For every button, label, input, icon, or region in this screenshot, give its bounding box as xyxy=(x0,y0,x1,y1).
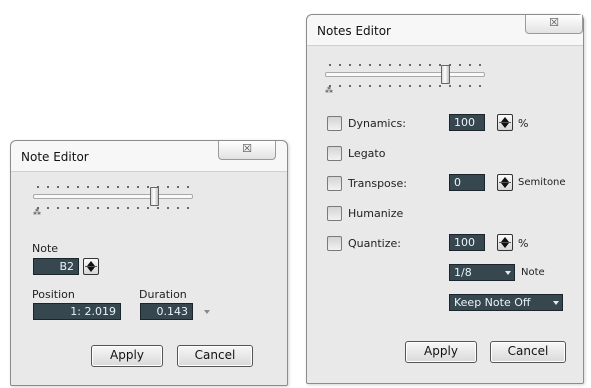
quantize-grid-unit: Note xyxy=(521,267,545,278)
position-field[interactable]: 1: 2.019 xyxy=(33,303,121,320)
slider-min-mark: ⁂ xyxy=(33,208,41,217)
transpose-spinner[interactable] xyxy=(497,174,513,191)
notes-editor-titlebar: Notes Editor ☒ xyxy=(307,15,583,46)
note-label: Note xyxy=(32,242,59,255)
dynamics-label: Dynamics: xyxy=(348,117,406,130)
humanize-label: Humanize xyxy=(348,207,404,220)
apply-button[interactable]: Apply xyxy=(91,345,163,367)
duration-field[interactable]: 0.143 xyxy=(140,303,193,320)
quantize-grid-value: 1/8 xyxy=(454,266,472,279)
transpose-checkbox[interactable] xyxy=(327,176,342,191)
note-editor-titlebar: Note Editor ☒ xyxy=(11,141,287,172)
quantize-label: Quantize: xyxy=(348,237,401,250)
notes-editor-title: Notes Editor xyxy=(317,24,391,38)
slider-thumb[interactable] xyxy=(441,65,450,84)
close-icon[interactable]: ☒ xyxy=(218,141,276,160)
transpose-unit: Semitone xyxy=(518,177,566,188)
notes-editor-dialog: Notes Editor ☒ ⁂ Dynamics: 100 % Legato … xyxy=(306,14,584,384)
quantize-unit: % xyxy=(518,237,529,250)
dropdown-arrow-icon[interactable] xyxy=(553,301,559,305)
dynamics-checkbox[interactable] xyxy=(327,116,342,131)
legato-checkbox[interactable] xyxy=(327,146,342,161)
dynamics-field[interactable]: 100 xyxy=(449,114,485,131)
spin-down-icon[interactable] xyxy=(501,243,509,248)
duration-label: Duration xyxy=(139,288,187,301)
quantize-checkbox[interactable] xyxy=(327,236,342,251)
transpose-field[interactable]: 0 xyxy=(449,174,485,191)
cancel-button[interactable]: Cancel xyxy=(177,345,253,367)
transpose-label: Transpose: xyxy=(348,177,407,190)
dropdown-arrow-icon[interactable] xyxy=(505,271,511,275)
dynamics-unit: % xyxy=(518,117,529,130)
duration-dropdown-arrow-icon[interactable] xyxy=(204,310,210,314)
note-spinner[interactable] xyxy=(83,258,99,275)
note-off-select[interactable]: Keep Note Off xyxy=(449,294,563,311)
note-off-value: Keep Note Off xyxy=(454,296,531,309)
humanize-checkbox[interactable] xyxy=(327,206,342,221)
legato-label: Legato xyxy=(348,147,386,160)
note-editor-dialog: Note Editor ☒ ⁂ Note B2 Position 1: 2.01… xyxy=(10,140,288,386)
quantize-grid-select[interactable]: 1/8 xyxy=(449,264,515,281)
slider-min-mark: ⁂ xyxy=(325,86,333,95)
note-field[interactable]: B2 xyxy=(33,258,79,275)
cancel-button[interactable]: Cancel xyxy=(490,341,566,363)
quantize-field[interactable]: 100 xyxy=(449,234,485,251)
close-icon[interactable]: ☒ xyxy=(525,15,583,34)
note-velocity-slider[interactable]: ⁂ xyxy=(33,185,193,217)
slider-thumb[interactable] xyxy=(150,187,159,206)
spin-down-icon[interactable] xyxy=(87,267,95,272)
notes-velocity-slider[interactable]: ⁂ xyxy=(325,63,485,95)
apply-button[interactable]: Apply xyxy=(405,341,477,363)
dynamics-spinner[interactable] xyxy=(497,114,513,131)
note-editor-title: Note Editor xyxy=(21,150,89,164)
spin-down-icon[interactable] xyxy=(501,123,509,128)
spin-down-icon[interactable] xyxy=(501,183,509,188)
quantize-spinner[interactable] xyxy=(497,234,513,251)
position-label: Position xyxy=(32,288,75,301)
